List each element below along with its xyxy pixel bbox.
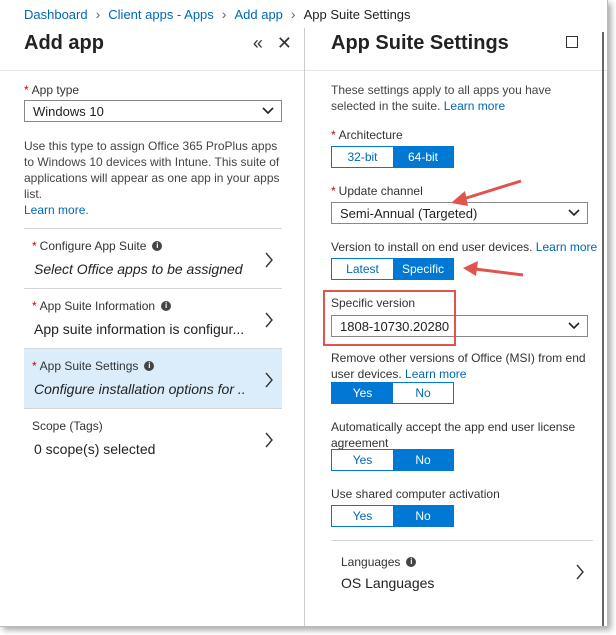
- app-type-description: Use this type to assign Office 365 ProPl…: [24, 139, 280, 217]
- annotation-arrow: [451, 179, 522, 206]
- nav-configure-app-suite[interactable]: * Configure App Suite i Select Office apps…: [24, 228, 282, 288]
- breadcrumb: Dashboard › Client apps - Apps › Add app…: [0, 0, 607, 28]
- annotation-arrow: [463, 261, 524, 277]
- chevron-right-icon: ›: [95, 6, 101, 22]
- chevron-right-icon: ›: [221, 6, 227, 22]
- breadcrumb-add-app[interactable]: Add app: [234, 7, 282, 22]
- annotation-arrows: [451, 179, 524, 277]
- app-type-select[interactable]: Windows 10: [24, 100, 282, 122]
- app-suite-settings-pane: App Suite Settings These settings apply …: [305, 28, 607, 626]
- nav-app-suite-settings[interactable]: * App Suite Settings i Configure installat…: [24, 348, 282, 408]
- learn-more-link[interactable]: Learn more.: [24, 203, 89, 217]
- chevron-right-icon: ›: [290, 6, 296, 22]
- pane-title: Add app: [24, 32, 104, 54]
- add-app-pane: Add app « ✕ * App type Windows 10 Use thi…: [0, 28, 304, 626]
- chevron-down-icon: [262, 107, 274, 115]
- collapse-icon[interactable]: «: [253, 34, 263, 52]
- nav-scope-tags[interactable]: Scope (Tags) 0 scope(s) selected: [24, 408, 282, 468]
- breadcrumb-current: App Suite Settings: [303, 6, 411, 22]
- chevron-right-icon: [265, 252, 273, 268]
- info-icon: i: [144, 361, 155, 371]
- close-icon[interactable]: ✕: [277, 34, 292, 52]
- chevron-right-icon: [265, 432, 273, 448]
- app-type-label: * App type: [24, 83, 80, 97]
- info-icon: i: [161, 301, 172, 311]
- breadcrumb-client-apps[interactable]: Client apps - Apps: [108, 7, 214, 22]
- nav-app-suite-information[interactable]: * App Suite Information i App suite inform…: [24, 288, 282, 348]
- info-icon: i: [152, 241, 163, 251]
- header-divider: [0, 70, 304, 71]
- chevron-right-icon: [265, 312, 273, 328]
- window: Dashboard › Client apps - Apps › Add app…: [0, 0, 608, 627]
- breadcrumb-dashboard[interactable]: Dashboard: [24, 7, 88, 22]
- chevron-right-icon: [265, 372, 273, 388]
